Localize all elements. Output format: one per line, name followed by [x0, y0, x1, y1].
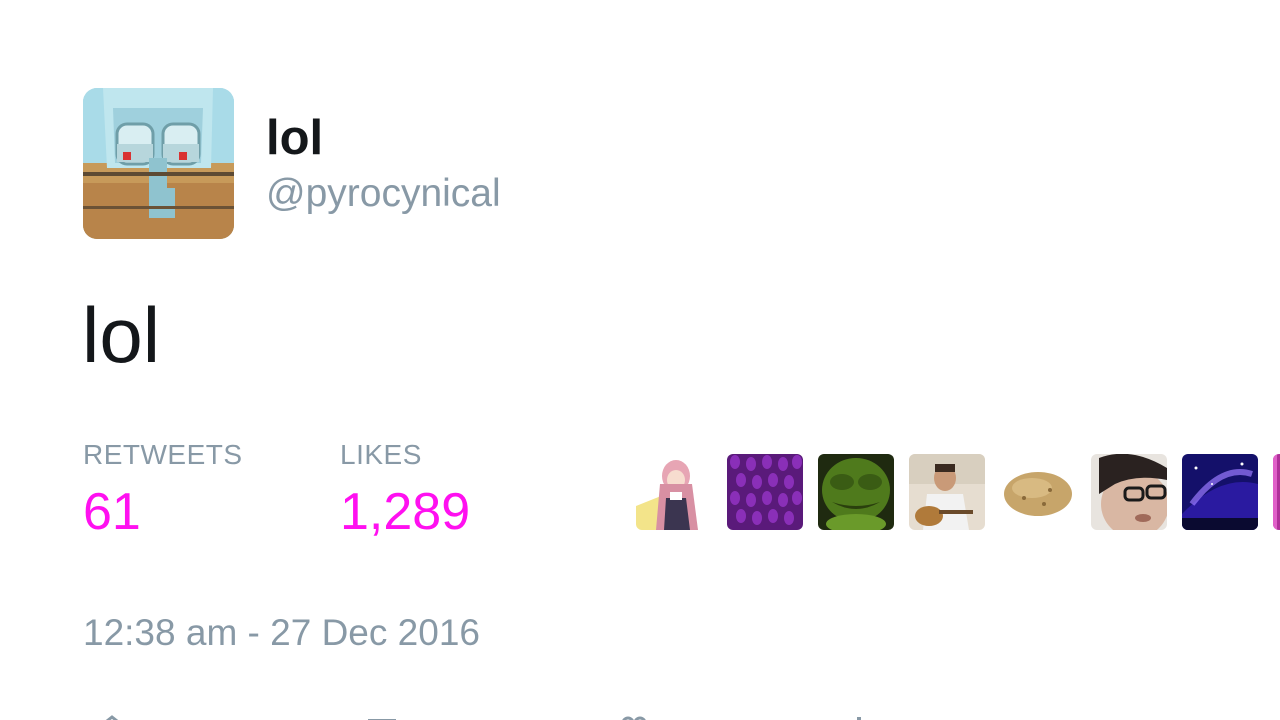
tweet-page: lol @pyrocynical lol RETWEETS 61 LIKES 1… [0, 0, 1280, 720]
retweet-icon[interactable] [366, 712, 400, 720]
liker-avatar[interactable] [1091, 454, 1167, 530]
liker-avatar[interactable] [1273, 454, 1280, 530]
like-icon[interactable] [620, 712, 648, 720]
retweets-label: RETWEETS [83, 439, 243, 470]
likes-count: 1,289 [340, 483, 471, 541]
person-guitar-avatar-icon [909, 454, 985, 530]
potato-avatar-icon [1000, 454, 1076, 530]
anime-girl-avatar-icon [636, 454, 712, 530]
liker-avatar[interactable] [1182, 454, 1258, 530]
tweet-actions-bar [0, 708, 1280, 720]
squidward-avatar-icon [83, 88, 234, 239]
more-icon[interactable] [852, 712, 866, 720]
liker-avatar[interactable] [1000, 454, 1076, 530]
display-name[interactable]: lol [266, 110, 501, 166]
liker-avatar[interactable] [636, 454, 712, 530]
tweet-timestamp[interactable]: 12:38 am - 27 Dec 2016 [83, 611, 480, 655]
liker-avatar[interactable] [727, 454, 803, 530]
tweet-header: lol @pyrocynical [83, 88, 501, 239]
likes-label: LIKES [340, 439, 422, 470]
liker-avatar[interactable] [818, 454, 894, 530]
purple-pattern-avatar-icon [727, 454, 803, 530]
face-closeup-avatar-icon [1091, 454, 1167, 530]
avatar[interactable] [83, 88, 234, 239]
galaxy-avatar-icon [1182, 454, 1258, 530]
reply-icon[interactable] [100, 712, 130, 720]
user-handle[interactable]: @pyrocynical [266, 171, 501, 217]
retweets-count: 61 [83, 483, 141, 541]
likers-list [636, 454, 1280, 530]
green-frog-avatar-icon [818, 454, 894, 530]
user-info: lol @pyrocynical [266, 88, 501, 217]
liker-avatar[interactable] [909, 454, 985, 530]
retweets-stat[interactable]: RETWEETS 61 [83, 438, 243, 542]
tweet-text: lol [82, 291, 161, 379]
pink-avatar-icon [1273, 454, 1280, 530]
likes-stat[interactable]: LIKES 1,289 [340, 438, 470, 542]
